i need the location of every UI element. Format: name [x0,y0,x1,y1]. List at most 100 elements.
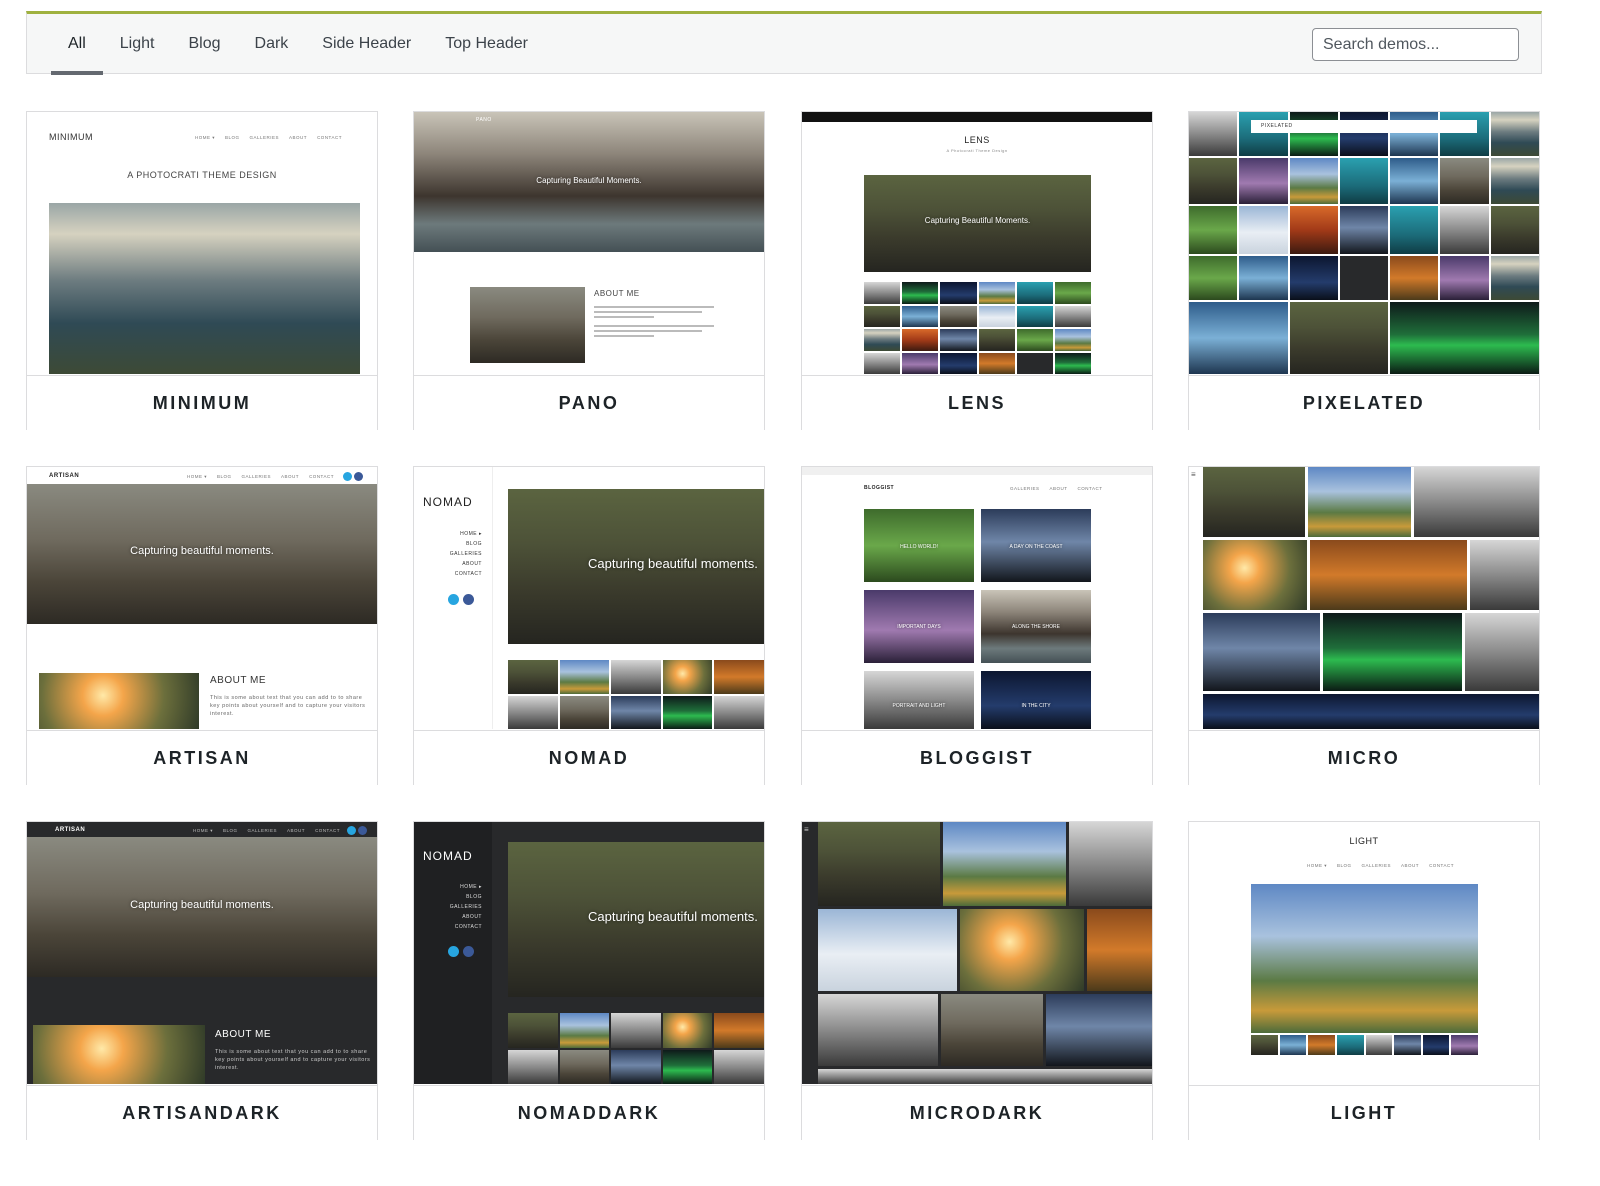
search-demos-input[interactable] [1312,28,1519,61]
thumb-nav-item: GALLERIES [241,474,272,479]
demo-card-micro[interactable]: ≡ MICRO [1188,466,1540,786]
demo-card-bloggist[interactable]: BLOGGIST GALLERIES ABOUT CONTACT HELLO W… [801,466,1153,786]
demo-card-pixelated[interactable]: PIXELATED PIXELATED [1188,111,1540,431]
tab-all[interactable]: All [51,14,103,75]
thumb-nav-item: ABOUT [1401,863,1420,868]
thumb-logo: NOMAD [423,849,473,863]
thumb-about-lines [594,306,714,337]
demo-card-lens[interactable]: LENS A Photocrati Theme Design Capturing… [801,111,1153,431]
demo-name: MICRO [1189,730,1539,786]
thumb-hero-text: Capturing Beautiful Moments. [536,176,642,185]
demo-thumbnail: LENS A Photocrati Theme Design Capturing… [802,112,1152,374]
thumb-gallery-grid [864,282,1091,374]
demo-filter-bar: All Light Blog Dark Side Header Top Head… [26,11,1542,75]
thumb-menu-item: CONTACT [454,924,482,930]
thumb-gallery-photo [1308,467,1411,537]
facebook-icon [463,594,474,605]
demo-card-artisan[interactable]: ARTISAN HOME ▾ BLOG GALLERIES ABOUT CONT… [26,466,378,786]
demo-card-pano[interactable]: PANO Capturing Beautiful Moments. ABOUT … [413,111,765,431]
thumb-menu-item: ABOUT [462,914,482,920]
thumb-hero-text: Capturing beautiful moments. [130,545,274,557]
demo-card-nomaddark[interactable]: NOMAD HOME ▸ BLOG GALLERIES ABOUT CONTAC… [413,821,765,1141]
thumb-gallery-photo [818,994,938,1066]
thumb-about-heading: ABOUT ME [215,1029,272,1040]
demo-thumbnail: ARTISAN HOME ▾ BLOG GALLERIES ABOUT CONT… [27,822,377,1084]
thumb-post-title: IN THE CITY [1021,703,1051,709]
thumb-hero-text: Capturing Beautiful Moments. [924,216,1031,225]
facebook-icon [354,472,363,481]
thumb-menu-item: GALLERIES [449,904,482,910]
thumb-nav-item: HOME ▾ [1307,863,1328,868]
thumb-hero-photo [1251,884,1478,1033]
thumb-about-photo [470,287,585,363]
demo-name: MINIMUM [27,375,377,431]
thumb-side-menu: HOME ▸ BLOG GALLERIES ABOUT CONTACT [424,882,482,932]
thumb-gallery-photo [818,909,957,991]
thumb-menu-item: HOME ▸ [460,884,482,890]
thumb-gallery-photo [1203,613,1320,691]
demo-thumbnail: MINIMUM HOME ▾ BLOG GALLERIES ABOUT CONT… [27,112,377,374]
thumb-gallery-photo [818,1069,1152,1084]
thumb-nav-item: ABOUT [289,135,308,140]
tab-top-header[interactable]: Top Header [428,14,545,74]
thumb-logo: BLOGGIST [864,485,895,491]
thumb-post-image [864,671,974,729]
menu-icon: ≡ [1191,470,1197,479]
demo-card-light[interactable]: LIGHT HOME ▾ BLOG GALLERIES ABOUT CONTAC… [1188,821,1540,1141]
demo-thumbnail: NOMAD HOME ▸ BLOG GALLERIES ABOUT CONTAC… [414,822,764,1084]
thumb-top-bar [802,112,1152,122]
thumb-gallery-photo [1203,540,1307,610]
tab-side-header[interactable]: Side Header [305,14,428,74]
demo-card-microdark[interactable]: ≡ MICRODARK [801,821,1153,1141]
thumb-nav-item: CONTACT [317,135,342,140]
demo-card-nomad[interactable]: NOMAD HOME ▸ BLOG GALLERIES ABOUT CONTAC… [413,466,765,786]
thumb-gallery-photo [1087,909,1152,991]
demo-card-minimum[interactable]: MINIMUM HOME ▾ BLOG GALLERIES ABOUT CONT… [26,111,378,431]
thumb-gallery-grid [508,1013,764,1084]
demo-name: ARTISANDARK [27,1085,377,1141]
thumb-logo: NOMAD [423,495,473,509]
thumb-nav: HOME ▾ BLOG GALLERIES ABOUT CONTACT [1307,863,1454,869]
demo-name: BLOGGIST [802,730,1152,786]
thumb-nav-item: HOME ▾ [195,135,216,140]
thumb-nav: HOME ▾ BLOG GALLERIES ABOUT CONTACT [193,828,340,834]
thumb-post-title: HELLO WORLD! [900,544,938,550]
thumb-about-photo [39,673,199,729]
demo-name: LIGHT [1189,1085,1539,1141]
thumb-nav-item: BLOG [217,474,232,479]
tab-light[interactable]: Light [103,14,172,74]
demo-thumbnail: NOMAD HOME ▸ BLOG GALLERIES ABOUT CONTAC… [414,467,764,729]
demo-thumbnail: ≡ [1189,467,1539,729]
thumb-top-bar [802,467,1152,475]
thumb-gallery-photo [1323,613,1462,691]
thumb-tagline: A Photocrati Theme Design [946,148,1008,153]
thumb-nav-item: BLOG [223,828,238,833]
thumb-nav-item: ABOUT [281,474,300,479]
thumb-nav-item: CONTACT [1429,863,1454,868]
thumb-nav-item: HOME ▾ [187,474,208,479]
tab-dark[interactable]: Dark [238,14,306,74]
thumb-about-text: This is some about text that you can add… [210,695,366,717]
thumb-nav: HOME ▾ BLOG GALLERIES ABOUT CONTACT [187,474,334,480]
thumb-side-menu: HOME ▸ BLOG GALLERIES ABOUT CONTACT [424,529,482,579]
demo-thumbnail: ARTISAN HOME ▾ BLOG GALLERIES ABOUT CONT… [27,467,377,729]
thumb-tagline: A PHOTOCRATI THEME DESIGN [127,170,277,180]
twitter-icon [343,472,352,481]
thumb-nav-item: CONTACT [315,828,340,833]
menu-icon: ≡ [804,825,810,834]
demo-name: NOMADDARK [414,1085,764,1141]
thumb-nav-item: ABOUT [287,828,306,833]
demo-card-artisandark[interactable]: ARTISAN HOME ▾ BLOG GALLERIES ABOUT CONT… [26,821,378,1141]
tab-blog[interactable]: Blog [171,14,237,74]
thumb-nav-item: BLOG [225,135,240,140]
thumb-about-photo [33,1025,205,1084]
thumb-nav-item: CONTACT [1077,486,1103,491]
thumb-hero-text: Capturing beautiful moments. [130,899,274,911]
demo-thumbnail: PANO Capturing Beautiful Moments. ABOUT … [414,112,764,374]
facebook-icon [463,946,474,957]
thumb-nav: GALLERIES ABOUT CONTACT [1010,486,1102,491]
thumb-gallery-photo [1414,467,1539,537]
thumb-logo: PANO [476,117,492,123]
thumb-logo: LENS [964,135,990,145]
thumb-logo: LIGHT [1349,836,1379,846]
